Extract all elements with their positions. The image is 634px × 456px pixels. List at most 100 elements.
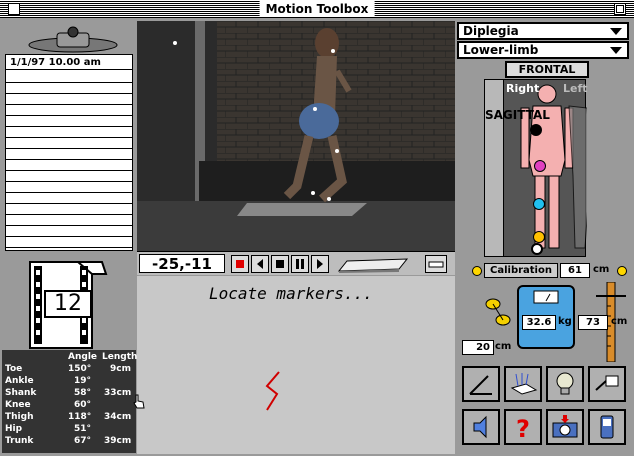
- weight-value[interactable]: 32.6: [522, 315, 556, 330]
- joint-name: Trunk: [5, 436, 34, 446]
- zoom-box[interactable]: [614, 3, 626, 15]
- hand-cursor-icon: [133, 394, 145, 409]
- speaker-tool-button[interactable]: [462, 409, 500, 445]
- stop-icon: [276, 260, 284, 268]
- help-icon: ?: [516, 415, 530, 441]
- close-box[interactable]: [8, 3, 20, 15]
- clipboard-date: 1/1/97 10.00 am: [6, 55, 132, 70]
- step-forward-icon: [317, 259, 323, 269]
- plug-icon: [595, 375, 619, 391]
- video-frame[interactable]: [137, 21, 455, 251]
- tape-measure-icon[interactable]: [483, 292, 515, 332]
- table-row: Knee 60°: [2, 400, 136, 412]
- pause-button[interactable]: [291, 255, 309, 273]
- svg-text:?: ?: [516, 415, 530, 441]
- help-tool-button[interactable]: ?: [504, 409, 542, 445]
- joint-angle: 19°: [74, 376, 92, 386]
- chevron-down-icon: [610, 47, 622, 54]
- eject-icon: [428, 261, 444, 268]
- condition-select[interactable]: Diplegia: [457, 22, 629, 40]
- pause-icon: [296, 259, 304, 269]
- calibration-unit: cm: [593, 264, 610, 275]
- scale-dial-icon: [533, 290, 559, 304]
- joint-name: Thigh: [5, 412, 34, 422]
- video-controls: -25,-11: [137, 251, 455, 275]
- segment-length: 34cm: [104, 412, 132, 422]
- angle-icon: [469, 375, 492, 395]
- window-title: Motion Toolbox: [259, 1, 375, 17]
- stop-button[interactable]: [271, 255, 289, 273]
- weight-unit: kg: [558, 316, 572, 327]
- coordinate-readout: -25,-11: [139, 254, 225, 273]
- joint-name: Toe: [5, 364, 23, 374]
- calibration-value[interactable]: 61: [560, 263, 590, 278]
- lightbulb-icon: [556, 372, 574, 395]
- notes-clipboard[interactable]: 1/1/97 10.00 am: [5, 54, 133, 251]
- frame-counter: 12: [44, 290, 92, 318]
- joint-angle: 67°: [74, 436, 92, 446]
- calibration-label: Calibration: [484, 263, 558, 278]
- scanner-tool-button[interactable]: [504, 366, 542, 402]
- angle-header: Angle: [68, 352, 98, 362]
- message-panel: Locate markers...: [137, 276, 455, 454]
- sagittal-button[interactable]: SAGITTAL: [484, 79, 550, 257]
- table-row: Thigh 118° 34cm: [2, 412, 136, 424]
- segment-length: 33cm: [104, 388, 132, 398]
- table-row: Hip 51°: [2, 424, 136, 436]
- table-row: Trunk 67° 39cm: [2, 436, 136, 448]
- calibration-radio[interactable]: [472, 266, 482, 276]
- platform-icon[interactable]: [337, 255, 413, 273]
- joint-angle: 60°: [74, 400, 92, 410]
- main-window: Motion Toolbox 1/1/97 10.00 am 12 Angle …: [0, 0, 634, 456]
- tape-value[interactable]: 20: [462, 340, 494, 355]
- plug-tool-button[interactable]: [588, 366, 626, 402]
- scanner-icon: [510, 373, 538, 395]
- sagittal-label: SAGITTAL: [485, 108, 550, 123]
- table-row: Toe 150° 9cm: [2, 364, 136, 376]
- step-forward-button[interactable]: [311, 255, 329, 273]
- chevron-down-icon: [610, 28, 622, 35]
- camera-icon: [552, 415, 578, 438]
- condition-value: Diplegia: [463, 24, 519, 38]
- joint-marker[interactable]: [534, 160, 546, 172]
- table-row: Ankle 19°: [2, 376, 136, 388]
- left-label: Left: [563, 82, 588, 95]
- angle-tool-button[interactable]: [462, 366, 500, 402]
- joint-angle: 150°: [68, 364, 92, 374]
- joint-name: Ankle: [5, 376, 34, 386]
- phone-tool-button[interactable]: [588, 409, 626, 445]
- eject-button[interactable]: [425, 255, 447, 273]
- joint-angle-table: Angle Length Toe 150° 9cm Ankle 19° Shan…: [2, 350, 138, 453]
- joint-name: Shank: [5, 388, 37, 398]
- joint-angle: 118°: [68, 412, 92, 422]
- region-value: Lower-limb: [463, 43, 539, 57]
- ground-marker-icon[interactable]: [531, 243, 543, 255]
- camera-tool-button[interactable]: [546, 409, 584, 445]
- calibration-radio-right[interactable]: [617, 266, 627, 276]
- clipboard-clip-icon: [28, 26, 118, 53]
- height-unit: cm: [611, 316, 628, 327]
- speaker-icon: [473, 415, 487, 439]
- joint-name: Knee: [5, 400, 31, 410]
- step-back-button[interactable]: [251, 255, 269, 273]
- segment-length: 39cm: [104, 436, 132, 446]
- segment-length: 9cm: [110, 364, 131, 374]
- record-button[interactable]: [231, 255, 249, 273]
- region-select[interactable]: Lower-limb: [457, 41, 629, 59]
- joint-marker[interactable]: [533, 231, 545, 243]
- notes-lines[interactable]: [6, 72, 132, 250]
- right-label: Right: [506, 82, 540, 95]
- joint-angle: 58°: [74, 388, 92, 398]
- table-row: Shank 58° 33cm: [2, 388, 136, 400]
- tape-unit: cm: [495, 341, 512, 352]
- lightbulb-tool-button[interactable]: [546, 366, 584, 402]
- phone-icon: [600, 415, 614, 439]
- frontal-button[interactable]: FRONTAL: [505, 61, 589, 78]
- length-header: Length: [102, 352, 138, 362]
- joint-marker[interactable]: [533, 198, 545, 210]
- joint-marker[interactable]: [530, 124, 542, 136]
- height-value[interactable]: 73: [578, 315, 608, 330]
- title-bar: Motion Toolbox: [0, 0, 634, 18]
- joint-angle: 51°: [74, 424, 92, 434]
- joint-name: Hip: [5, 424, 23, 434]
